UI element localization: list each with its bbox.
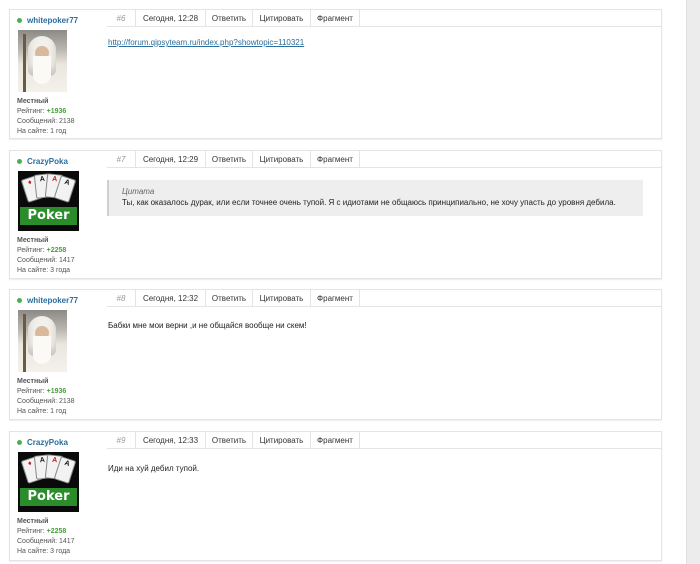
reply-button[interactable]: Ответить [206,10,253,26]
author-stats: Местный Рейтинг: +2258 Сообщений: 1417 Н… [17,517,99,557]
post-date: Сегодня, 12:33 [136,432,206,448]
author-messages: Сообщений: 2138 [17,398,75,405]
post-date: Сегодня, 12:32 [136,290,206,306]
forum-post: CrazyPoka ♦ A A A Poker Местный Рейтинг:… [9,150,662,279]
post-toolbar: #6 Сегодня, 12:28 Ответить Цитировать Фр… [107,10,661,27]
post-date: Сегодня, 12:28 [136,10,206,26]
quote-button[interactable]: Цитировать [253,10,311,26]
author-rank: Местный [17,98,49,105]
post-date: Сегодня, 12:29 [136,151,206,167]
quote-block: Цитата Ты, как оказалось дурак, или если… [107,180,643,216]
author-rank: Местный [17,518,49,525]
avatar[interactable] [18,310,67,372]
author-messages: Сообщений: 1417 [17,257,75,264]
online-status-icon [17,17,22,23]
post-content: Иди на хуй дебил тупой. [108,464,200,473]
author-messages: Сообщений: 2138 [17,118,75,125]
author-stats: Местный Рейтинг: +2258 Сообщений: 1417 Н… [17,236,99,276]
post-toolbar: #8 Сегодня, 12:32 Ответить Цитировать Фр… [107,290,661,307]
author-name-link[interactable]: whitepoker77 [27,296,78,305]
avatar-poker-text: Poker [20,207,77,225]
page-scrollbar[interactable] [686,0,700,564]
quote-button[interactable]: Цитировать [253,432,311,448]
avatar-poker-text: Poker [20,488,77,506]
author-name-link[interactable]: CrazyPoka [27,157,68,166]
post-content: Цитата Ты, как оказалось дурак, или если… [107,180,643,216]
post-number-link[interactable]: #7 [107,151,136,167]
quote-button[interactable]: Цитировать [253,151,311,167]
reply-button[interactable]: Ответить [206,432,253,448]
author-name-link[interactable]: CrazyPoka [27,438,68,447]
quote-button[interactable]: Цитировать [253,290,311,306]
forum-post: whitepoker77 Местный Рейтинг: +1936 Сооб… [9,289,662,420]
author-rating: Рейтинг: +2258 [17,528,67,535]
fragment-button[interactable]: Фрагмент [311,151,360,167]
author-stats: Местный Рейтинг: +1936 Сообщений: 2138 Н… [17,97,99,137]
post-toolbar: #9 Сегодня, 12:33 Ответить Цитировать Фр… [107,432,661,449]
reply-button[interactable]: Ответить [206,151,253,167]
forum-post: whitepoker77 Местный Рейтинг: +1936 Сооб… [9,9,662,139]
post-number-link[interactable]: #6 [107,10,136,26]
fragment-button[interactable]: Фрагмент [311,10,360,26]
avatar[interactable] [18,30,67,92]
post-number-link[interactable]: #8 [107,290,136,306]
post-author-panel: whitepoker77 Местный Рейтинг: +1936 Сооб… [17,14,99,137]
forum-post: CrazyPoka ♦ A A A Poker Местный Рейтинг:… [9,431,662,561]
author-onsite: На сайте: 1 год [17,408,67,415]
post-content: http://forum.qipsyteam.ru/index.php?show… [108,37,643,48]
post-author-panel: CrazyPoka ♦ A A A Poker Местный Рейтинг:… [17,436,99,557]
avatar[interactable]: ♦ A A A Poker [18,452,79,512]
author-rank: Местный [17,237,49,244]
post-toolbar: #7 Сегодня, 12:29 Ответить Цитировать Фр… [107,151,661,168]
avatar[interactable]: ♦ A A A Poker [18,171,79,231]
fragment-button[interactable]: Фрагмент [311,290,360,306]
quote-title: Цитата [122,187,155,196]
content-link[interactable]: http://forum.qipsyteam.ru/index.php?show… [108,38,304,47]
author-rating: Рейтинг: +1936 [17,388,67,395]
author-rating: Рейтинг: +1936 [17,108,67,115]
author-name-link[interactable]: whitepoker77 [27,16,78,25]
author-rating: Рейтинг: +2258 [17,247,67,254]
quote-text: Ты, как оказалось дурак, или если точнее… [122,198,616,207]
online-status-icon [17,297,22,303]
post-author-panel: CrazyPoka ♦ A A A Poker Местный Рейтинг:… [17,155,99,276]
author-onsite: На сайте: 3 года [17,267,71,274]
online-status-icon [17,439,22,445]
post-number-link[interactable]: #9 [107,432,136,448]
author-rank: Местный [17,378,49,385]
author-onsite: На сайте: 3 года [17,548,71,555]
author-onsite: На сайте: 1 год [17,128,67,135]
post-author-panel: whitepoker77 Местный Рейтинг: +1936 Сооб… [17,294,99,417]
fragment-button[interactable]: Фрагмент [311,432,360,448]
online-status-icon [17,158,22,164]
author-messages: Сообщений: 1417 [17,538,75,545]
author-stats: Местный Рейтинг: +1936 Сообщений: 2138 Н… [17,377,99,417]
reply-button[interactable]: Ответить [206,290,253,306]
post-content: Бабки мне мои верни ,и не общайся вообще… [108,321,307,330]
